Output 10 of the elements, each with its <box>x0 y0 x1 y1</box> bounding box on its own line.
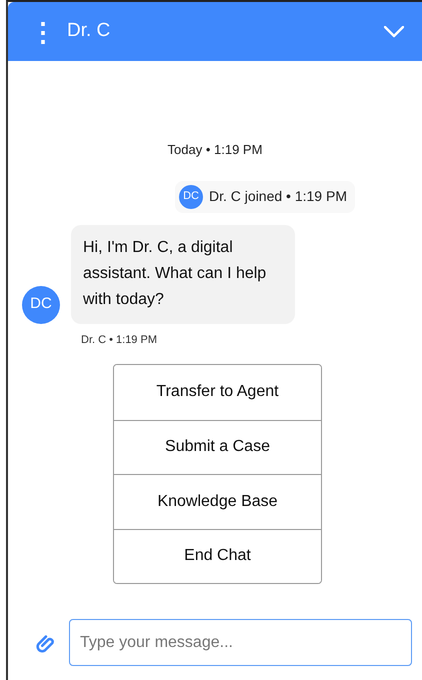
message-meta: Dr. C • 1:19 PM <box>81 334 157 346</box>
date-time-label: Today • 1:19 PM <box>168 142 262 157</box>
collapse-icon[interactable] <box>384 26 404 38</box>
chat-title: Dr. C <box>67 19 112 44</box>
join-text: Dr. C joined • 1:19 PM <box>209 187 347 206</box>
message-bubble: Hi, I'm Dr. C, a digital assistant. What can I help with today? <box>71 224 295 324</box>
option-button[interactable]: End Chat <box>114 528 321 584</box>
avatar: DC <box>22 286 60 324</box>
avatar: DC <box>179 184 204 208</box>
message-input[interactable]: Type your message... <box>69 619 412 666</box>
